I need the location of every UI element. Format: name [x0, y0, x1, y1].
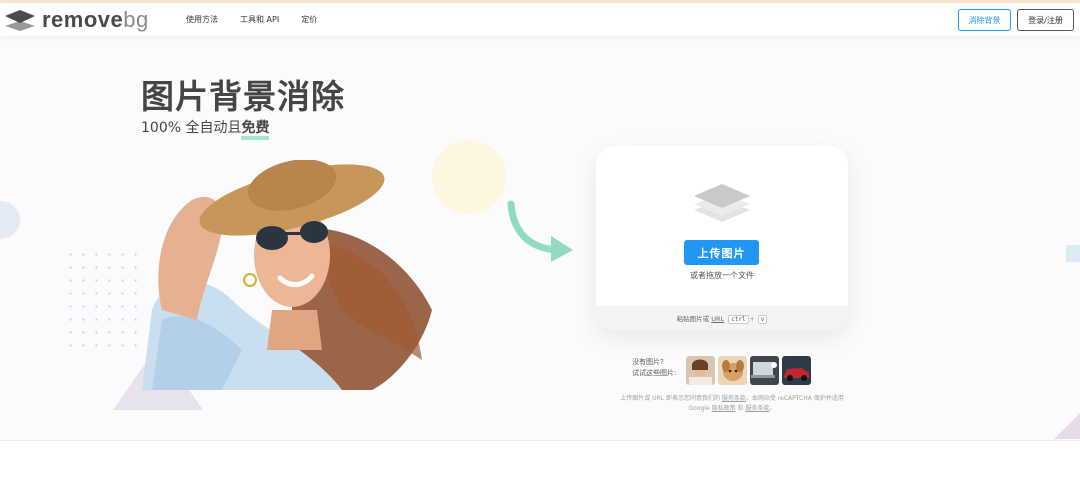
upload-image-button[interactable]: 上传图片: [684, 240, 759, 265]
sample-woman-thumb[interactable]: [686, 356, 715, 385]
free-highlight: 免费: [241, 120, 270, 140]
sample-laptop-thumb[interactable]: [750, 356, 779, 385]
logo-icon: [5, 10, 35, 31]
nav-tools-api[interactable]: 工具和 API: [240, 14, 279, 25]
logo-text: removebg: [42, 7, 149, 32]
upload-card[interactable]: 上传图片 或者拖放一个文件 粘贴图片或 URL ctrl + v: [596, 146, 848, 330]
arrow-icon: [507, 200, 573, 262]
samples-label: 没有图片? 试试这些图片:: [632, 358, 677, 377]
decor-triangle-right: [1054, 413, 1080, 439]
kbd-v: v: [757, 315, 768, 324]
terms-link[interactable]: 服务条款: [722, 395, 746, 402]
legal-notice: 上传图片或 URL 即表示您同意我们的 服务条款。本网站受 reCAPTCHA …: [620, 395, 844, 412]
privacy-policy-link[interactable]: 隐私政策: [712, 405, 736, 412]
sample-thumbnails: [686, 356, 811, 385]
upload-dropzone[interactable]: 上传图片 或者拖放一个文件: [596, 146, 848, 306]
decor-circle-left: [0, 201, 20, 239]
nav-links: 使用方法 工具和 API 定价: [186, 14, 317, 25]
remove-background-button[interactable]: 消除背景: [958, 9, 1011, 31]
logo[interactable]: removebg: [4, 7, 149, 33]
hero-woman-photo: [142, 160, 432, 390]
page-title: 图片背景消除: [141, 77, 345, 116]
decor-square-right: [1066, 245, 1080, 262]
layers-icon: [694, 184, 750, 222]
sample-car-thumb[interactable]: [782, 356, 811, 385]
drop-file-text: 或者拖放一个文件: [690, 271, 754, 280]
navbar: removebg 使用方法 工具和 API 定价 消除背景 登录/注册: [0, 3, 1080, 36]
sample-dog-thumb[interactable]: [718, 356, 747, 385]
nav-how-to-use[interactable]: 使用方法: [186, 14, 218, 25]
paste-url-link[interactable]: URL: [711, 315, 724, 323]
section-divider: [0, 440, 1080, 484]
paste-url-hint: 粘贴图片或 URL ctrl + v: [596, 313, 848, 324]
decor-dot-grid: [64, 248, 144, 352]
nav-pricing[interactable]: 定价: [301, 14, 317, 25]
google-terms-link[interactable]: 服务条款: [745, 405, 769, 412]
kbd-ctrl: ctrl: [728, 315, 749, 324]
page-subtitle: 100% 全自动且免费: [141, 117, 270, 140]
page: removebg 使用方法 工具和 API 定价 消除背景 登录/注册 图片背景…: [0, 0, 1080, 484]
decor-circle-yellow: [432, 140, 506, 214]
login-signup-button[interactable]: 登录/注册: [1017, 9, 1074, 31]
